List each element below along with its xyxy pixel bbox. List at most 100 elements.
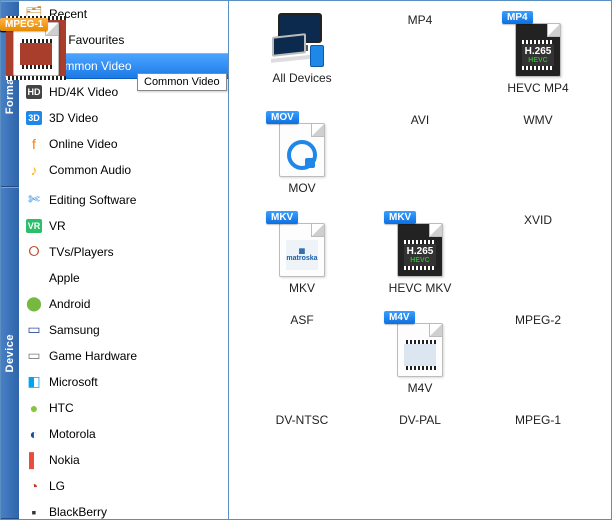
device-item-label: Editing Software — [49, 193, 222, 207]
tile-thumb: M4V — [390, 313, 450, 377]
device-item-editing-software[interactable]: ✄ Editing Software — [19, 187, 228, 213]
htc-icon: ● — [25, 399, 43, 417]
tile-asf[interactable]: ASFASF — [247, 313, 357, 395]
tile-mov[interactable]: MOVMOV — [247, 113, 357, 195]
tile-mpeg-1[interactable]: MPEG-1MPEG-1 — [483, 413, 593, 427]
device-item-label: Android — [49, 297, 222, 311]
device-item-label: Nokia — [49, 453, 222, 467]
right-pane[interactable]: All DevicesMP4MP4H.265HEVCMP4HEVC MP4MOV… — [229, 1, 611, 519]
device-item-label: TVs/Players — [49, 245, 222, 259]
tile-label: MP4 — [408, 13, 433, 27]
device-item-blackberry[interactable]: ▪ BlackBerry — [19, 499, 228, 519]
device-item-apple[interactable]: Apple — [19, 265, 228, 291]
format-item-label: My Favourites — [49, 33, 222, 47]
all-devices-icon — [272, 13, 332, 67]
format-grid: All DevicesMP4MP4H.265HEVCMP4HEVC MP4MOV… — [229, 1, 611, 443]
tile-m4v[interactable]: M4VM4V — [365, 313, 475, 395]
format-item-label: Recent — [49, 7, 222, 21]
tile-label: HEVC MKV — [389, 281, 452, 295]
tile-dv-ntsc[interactable]: DVDV-NTSC — [247, 413, 357, 427]
microsoft-icon: ◧ — [25, 373, 43, 391]
device-section: Device ✄ Editing Software VR VR ⭘ TVs/Players… — [1, 187, 228, 519]
device-item-vr[interactable]: VR VR — [19, 213, 228, 239]
device-item-label: Game Hardware — [49, 349, 222, 363]
tile-xvid[interactable]: XVIDXVID — [483, 213, 593, 295]
app-root: Format 🗂Recent❤My Favourites▭Common Vide… — [1, 1, 611, 519]
tile-thumb: ▦matroskaMKV — [272, 213, 332, 277]
device-vtab[interactable]: Device — [1, 187, 19, 519]
format-item-label: 3D Video — [49, 111, 222, 125]
common-audio-icon: ♪ — [25, 161, 43, 179]
hd-4k-video-icon: HD — [25, 83, 43, 101]
format-tag: MKV — [384, 211, 416, 224]
device-item-htc[interactable]: ● HTC — [19, 395, 228, 421]
tile-label: All Devices — [272, 71, 331, 85]
device-item-samsung[interactable]: ▭ Samsung — [19, 317, 228, 343]
format-item-label: Common Video — [49, 59, 222, 73]
tile-label: MPEG-1 — [515, 413, 561, 427]
samsung-icon: ▭ — [25, 321, 43, 339]
format-item-common-audio[interactable]: ♪ Common Audio — [19, 157, 228, 183]
device-item-label: Samsung — [49, 323, 222, 337]
game-hardware-icon: ▭ — [25, 347, 43, 365]
tile-label: DV-PAL — [399, 413, 441, 427]
nokia-icon: ▌ — [25, 451, 43, 469]
tile-wmv[interactable]: WMVWMV — [483, 113, 593, 195]
tile-mkv[interactable]: ▦matroskaMKVMKV — [247, 213, 357, 295]
format-item-3d-video[interactable]: 3D 3D Video — [19, 105, 228, 131]
tooltip: Common Video — [137, 73, 227, 91]
tile-mp4[interactable]: MP4MP4 — [365, 13, 475, 95]
device-item-nokia[interactable]: ▌ Nokia — [19, 447, 228, 473]
tvs-players-icon: ⭘ — [25, 243, 43, 261]
device-item-tvs-players[interactable]: ⭘ TVs/Players — [19, 239, 228, 265]
device-item-game-hardware[interactable]: ▭ Game Hardware — [19, 343, 228, 369]
tile-label: M4V — [408, 381, 433, 395]
apple-icon — [25, 269, 43, 287]
tile-hevc-mp4[interactable]: H.265HEVCMP4 HEVC MP4 — [483, 13, 593, 95]
format-tag: MOV — [266, 111, 299, 124]
tile-label: WMV — [523, 113, 552, 127]
motorola-icon: ◐ — [25, 425, 43, 443]
tile-label: AVI — [411, 113, 429, 127]
format-tag: M4V — [384, 311, 415, 324]
device-item-android[interactable]: ⬤Android — [19, 291, 228, 317]
tile-label: DV-NTSC — [276, 413, 329, 427]
tile-label: MKV — [289, 281, 315, 295]
device-item-lg[interactable]: ◔ LG — [19, 473, 228, 499]
tile-label: XVID — [524, 213, 552, 227]
device-item-label: Microsoft — [49, 375, 222, 389]
tile-label: MPEG-2 — [515, 313, 561, 327]
device-vtab-label: Device — [4, 334, 16, 372]
tile-label: ASF — [290, 313, 313, 327]
tile-dv-pal[interactable]: DVDV-PAL — [365, 413, 475, 427]
blackberry-icon: ▪ — [25, 503, 43, 520]
editing-software-icon: ✄ — [25, 191, 43, 209]
device-item-label: BlackBerry — [49, 505, 222, 519]
vr-icon: VR — [25, 217, 43, 235]
format-tag: MP4 — [502, 11, 533, 24]
tile-thumb: MOV — [272, 113, 332, 177]
tile-label: HEVC MP4 — [507, 81, 568, 95]
device-item-label: HTC — [49, 401, 222, 415]
tile-all-devices[interactable]: All Devices — [247, 13, 357, 95]
tile-thumb — [272, 13, 332, 67]
device-item-label: Apple — [49, 271, 222, 285]
device-item-label: LG — [49, 479, 222, 493]
device-item-motorola[interactable]: ◐ Motorola — [19, 421, 228, 447]
format-item-label: Online Video — [49, 137, 222, 151]
tile-thumb: H.265HEVCMKV — [390, 213, 450, 277]
tile-hevc-mkv[interactable]: H.265HEVCMKV HEVC MKV — [365, 213, 475, 295]
format-tag: MKV — [266, 211, 298, 224]
tile-label: MOV — [288, 181, 315, 195]
device-item-microsoft[interactable]: ◧ Microsoft — [19, 369, 228, 395]
format-item-online-video[interactable]: fOnline Video — [19, 131, 228, 157]
device-item-label: Motorola — [49, 427, 222, 441]
tile-mpeg-2[interactable]: MPEG-2MPEG-2 — [483, 313, 593, 395]
device-item-label: VR — [49, 219, 222, 233]
3d-video-icon: 3D — [25, 109, 43, 127]
lg-icon: ◔ — [25, 477, 43, 495]
tile-avi[interactable]: AVIAVI — [365, 113, 475, 195]
tile-thumb: H.265HEVCMP4 — [508, 13, 568, 77]
format-item-label: Common Audio — [49, 163, 222, 177]
device-list[interactable]: ✄ Editing Software VR VR ⭘ TVs/Players Apple ⬤A… — [19, 187, 228, 519]
